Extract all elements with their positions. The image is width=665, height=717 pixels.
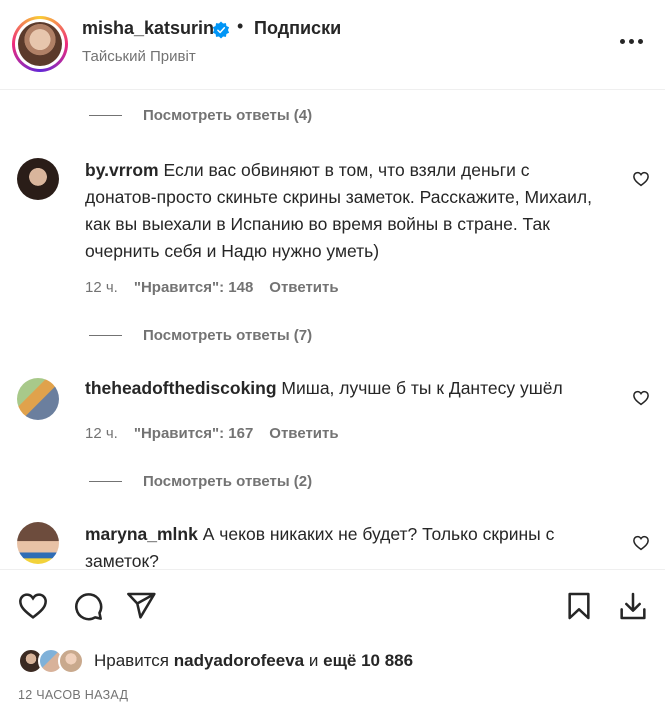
post-actions-footer: Нравится nadyadorofeeva и ещё 10 886 12 … bbox=[0, 569, 665, 717]
like-comment-icon[interactable] bbox=[632, 534, 650, 552]
comment-likes[interactable]: "Нравится": 148 bbox=[134, 279, 253, 296]
comment-time[interactable]: 12 ч. bbox=[85, 425, 118, 442]
comment-likes[interactable]: "Нравится": 167 bbox=[134, 425, 253, 442]
comment-body: Если вас обвиняют в том, что взяли деньг… bbox=[85, 160, 592, 261]
view-replies-label: Посмотреть ответы (7) bbox=[143, 327, 313, 344]
comment-username[interactable]: theheadofthediscoking bbox=[85, 378, 277, 398]
comment-time[interactable]: 12 ч. bbox=[85, 279, 118, 296]
profile-avatar[interactable] bbox=[12, 16, 68, 72]
replies-divider bbox=[89, 481, 122, 482]
likes-count[interactable]: ещё 10 886 bbox=[323, 651, 413, 670]
post-header: misha_katsurin • Подписки Тайський Приві… bbox=[0, 0, 665, 90]
view-replies-button[interactable]: Посмотреть ответы (4) bbox=[89, 107, 312, 124]
likes-prefix: Нравится bbox=[94, 651, 170, 670]
heart-icon[interactable] bbox=[17, 590, 49, 622]
verified-badge-icon bbox=[212, 21, 230, 39]
view-replies-label: Посмотреть ответы (2) bbox=[143, 473, 313, 490]
like-comment-icon[interactable] bbox=[632, 170, 650, 188]
likes-summary[interactable]: Нравится nadyadorofeeva и ещё 10 886 bbox=[18, 648, 413, 674]
view-replies-button[interactable]: Посмотреть ответы (7) bbox=[89, 327, 312, 344]
download-icon[interactable] bbox=[617, 590, 649, 622]
header-subtitle[interactable]: Тайський Привіт bbox=[82, 48, 196, 65]
likes-and: и bbox=[308, 651, 319, 670]
liker-username[interactable]: nadyadorofeeva bbox=[174, 651, 304, 670]
reply-button[interactable]: Ответить bbox=[269, 425, 338, 442]
following-button[interactable]: Подписки bbox=[254, 18, 341, 39]
comment-meta: 12 ч. "Нравится": 148 Ответить bbox=[85, 279, 339, 296]
comment-text: by.vrrom Если вас обвиняют в том, что вз… bbox=[85, 157, 605, 265]
comments-list[interactable]: Посмотреть ответы (4) by.vrrom Если вас … bbox=[0, 91, 665, 569]
comment-body: Миша, лучше б ты к Дантесу ушёл bbox=[281, 378, 563, 398]
share-icon[interactable] bbox=[125, 590, 157, 622]
comment-username[interactable]: by.vrrom bbox=[85, 160, 159, 180]
view-replies-button[interactable]: Посмотреть ответы (2) bbox=[89, 473, 312, 490]
comment-text: theheadofthediscoking Миша, лучше б ты к… bbox=[85, 375, 605, 402]
view-replies-label: Посмотреть ответы (4) bbox=[143, 107, 313, 124]
comment-username[interactable]: maryna_mlnk bbox=[85, 524, 198, 544]
liker-avatar bbox=[58, 648, 84, 674]
bookmark-icon[interactable] bbox=[563, 590, 595, 622]
replies-divider bbox=[89, 115, 122, 116]
comment-icon[interactable] bbox=[72, 590, 104, 622]
header-username[interactable]: misha_katsurin bbox=[82, 18, 214, 39]
comment-text: maryna_mlnk А чеков никаких не будет? То… bbox=[85, 521, 605, 569]
reply-button[interactable]: Ответить bbox=[269, 279, 338, 296]
replies-divider bbox=[89, 335, 122, 336]
likes-text: Нравится nadyadorofeeva и ещё 10 886 bbox=[94, 651, 413, 671]
commenter-avatar[interactable] bbox=[17, 522, 59, 564]
header-separator: • bbox=[237, 16, 244, 36]
commenter-avatar[interactable] bbox=[17, 158, 59, 200]
more-options-button[interactable] bbox=[616, 28, 648, 52]
comment-meta: 12 ч. "Нравится": 167 Ответить bbox=[85, 425, 339, 442]
post-timestamp[interactable]: 12 ЧАСОВ НАЗАД bbox=[18, 688, 128, 702]
like-comment-icon[interactable] bbox=[632, 389, 650, 407]
commenter-avatar[interactable] bbox=[17, 378, 59, 420]
